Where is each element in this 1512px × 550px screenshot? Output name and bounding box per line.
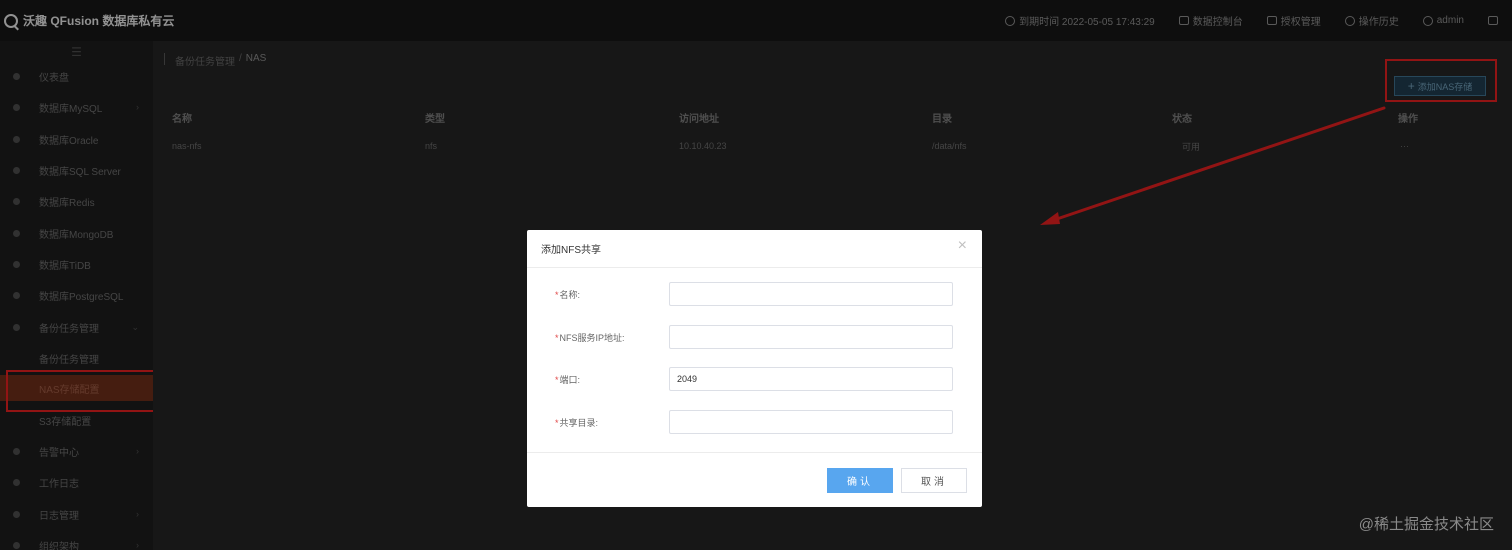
- field-label-name: *名称:: [555, 288, 580, 301]
- nfs-ip-input[interactable]: [669, 325, 953, 349]
- dialog-title: 添加NFS共享: [541, 245, 601, 256]
- divider: [527, 452, 982, 453]
- form-row-port: *端口:: [527, 367, 982, 391]
- field-label-text: NFS服务IP地址:: [559, 333, 625, 343]
- field-label-share-dir: *共享目录:: [555, 416, 598, 429]
- form-row-ip: *NFS服务IP地址:: [527, 325, 982, 349]
- field-label-port: *端口:: [555, 373, 580, 386]
- watermark: @稀土掘金技术社区: [1358, 516, 1494, 533]
- form-row-name: *名称:: [527, 282, 982, 306]
- required-mark: *: [555, 375, 559, 385]
- divider: [527, 267, 982, 268]
- add-nfs-dialog: 添加NFS共享 × *名称: *NFS服务IP地址: *端口: *共享目录: 确…: [527, 230, 982, 507]
- name-input[interactable]: [669, 282, 953, 306]
- field-label-text: 共享目录:: [559, 418, 599, 428]
- field-label-text: 端口:: [559, 375, 581, 385]
- field-label-text: 名称:: [559, 290, 581, 300]
- cancel-button[interactable]: 取消: [901, 468, 967, 493]
- form-row-share-dir: *共享目录:: [527, 410, 982, 434]
- confirm-button[interactable]: 确认: [827, 468, 893, 493]
- required-mark: *: [555, 418, 559, 428]
- port-input[interactable]: [669, 367, 953, 391]
- required-mark: *: [555, 333, 559, 343]
- close-icon[interactable]: ×: [958, 237, 967, 255]
- field-label-ip: *NFS服务IP地址:: [555, 331, 625, 344]
- share-dir-input[interactable]: [669, 410, 953, 434]
- required-mark: *: [555, 290, 559, 300]
